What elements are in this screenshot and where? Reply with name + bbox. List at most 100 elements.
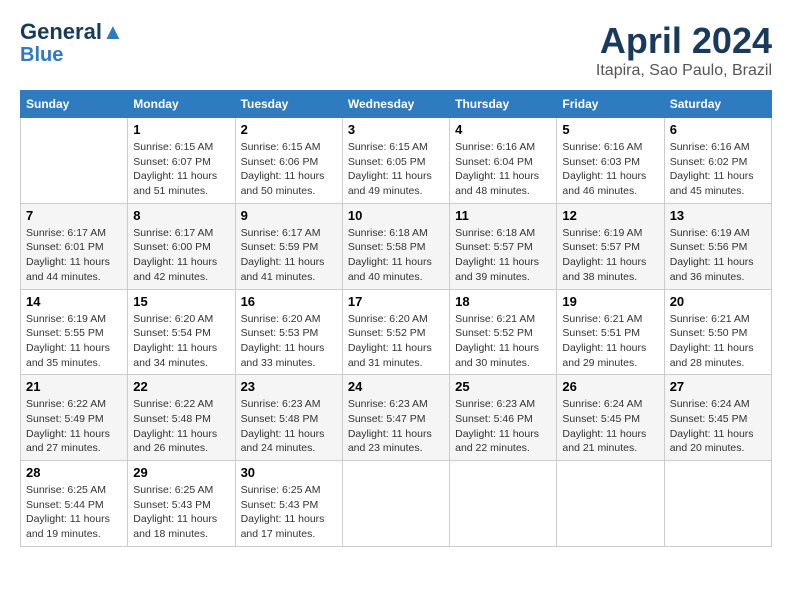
cell-info: Sunrise: 6:19 AMSunset: 5:57 PMDaylight:… xyxy=(562,226,658,285)
cell-info: Sunrise: 6:21 AMSunset: 5:50 PMDaylight:… xyxy=(670,312,766,371)
date-number: 6 xyxy=(670,122,766,137)
page-header: General▲ Blue April 2024 Itapira, Sao Pa… xyxy=(20,20,772,80)
date-number: 10 xyxy=(348,208,444,223)
calendar-cell: 15 Sunrise: 6:20 AMSunset: 5:54 PMDayligh… xyxy=(128,289,235,375)
calendar-cell: 24 Sunrise: 6:23 AMSunset: 5:47 PMDayligh… xyxy=(342,375,449,461)
date-number: 17 xyxy=(348,294,444,309)
week-row-2: 7 Sunrise: 6:17 AMSunset: 6:01 PMDaylight… xyxy=(21,203,772,289)
calendar-cell: 19 Sunrise: 6:21 AMSunset: 5:51 PMDayligh… xyxy=(557,289,664,375)
date-number: 28 xyxy=(26,465,122,480)
date-number: 21 xyxy=(26,379,122,394)
calendar-body: 1 Sunrise: 6:15 AMSunset: 6:07 PMDaylight… xyxy=(21,118,772,547)
cell-info: Sunrise: 6:20 AMSunset: 5:52 PMDaylight:… xyxy=(348,312,444,371)
calendar-cell: 4Sunrise: 6:16 AMSunset: 6:04 PMDaylight… xyxy=(450,118,557,204)
cell-info: Sunrise: 6:20 AMSunset: 5:54 PMDaylight:… xyxy=(133,312,229,371)
date-number: 23 xyxy=(241,379,337,394)
date-number: 24 xyxy=(348,379,444,394)
cell-info: Sunrise: 6:16 AMSunset: 6:03 PMDaylight:… xyxy=(562,140,658,199)
cell-info: Sunrise: 6:15 AMSunset: 6:06 PMDaylight:… xyxy=(241,140,337,199)
cell-info: Sunrise: 6:16 AMSunset: 6:04 PMDaylight:… xyxy=(455,140,551,199)
cell-info: Sunrise: 6:15 AMSunset: 6:05 PMDaylight:… xyxy=(348,140,444,199)
calendar-cell: 21 Sunrise: 6:22 AMSunset: 5:49 PMDayligh… xyxy=(21,375,128,461)
cell-info: Sunrise: 6:25 AMSunset: 5:43 PMDaylight:… xyxy=(241,483,337,542)
calendar-cell: 7 Sunrise: 6:17 AMSunset: 6:01 PMDaylight… xyxy=(21,203,128,289)
date-number: 18 xyxy=(455,294,551,309)
calendar-cell: 14Sunrise: 6:19 AMSunset: 5:55 PMDayligh… xyxy=(21,289,128,375)
date-number: 12 xyxy=(562,208,658,223)
date-number: 2 xyxy=(241,122,337,137)
date-number: 27 xyxy=(670,379,766,394)
cell-info: Sunrise: 6:23 AMSunset: 5:48 PMDaylight:… xyxy=(241,397,337,456)
cell-info: Sunrise: 6:17 AMSunset: 6:01 PMDaylight:… xyxy=(26,226,122,285)
cell-info: Sunrise: 6:21 AMSunset: 5:51 PMDaylight:… xyxy=(562,312,658,371)
date-number: 3 xyxy=(348,122,444,137)
date-number: 7 xyxy=(26,208,122,223)
cell-info: Sunrise: 6:25 AMSunset: 5:43 PMDaylight:… xyxy=(133,483,229,542)
col-header-friday: Friday xyxy=(557,91,664,118)
date-number: 16 xyxy=(241,294,337,309)
calendar-cell: 30 Sunrise: 6:25 AMSunset: 5:43 PMDayligh… xyxy=(235,461,342,547)
calendar-cell: 16 Sunrise: 6:20 AMSunset: 5:53 PMDayligh… xyxy=(235,289,342,375)
calendar-cell xyxy=(342,461,449,547)
date-number: 9 xyxy=(241,208,337,223)
date-number: 5 xyxy=(562,122,658,137)
calendar-cell: 5 Sunrise: 6:16 AMSunset: 6:03 PMDaylight… xyxy=(557,118,664,204)
week-row-1: 1 Sunrise: 6:15 AMSunset: 6:07 PMDaylight… xyxy=(21,118,772,204)
cell-info: Sunrise: 6:21 AMSunset: 5:52 PMDaylight:… xyxy=(455,312,551,371)
cell-info: Sunrise: 6:24 AMSunset: 5:45 PMDaylight:… xyxy=(562,397,658,456)
col-header-tuesday: Tuesday xyxy=(235,91,342,118)
date-number: 1 xyxy=(133,122,229,137)
week-row-5: 28 Sunrise: 6:25 AMSunset: 5:44 PMDayligh… xyxy=(21,461,772,547)
calendar-cell: 23 Sunrise: 6:23 AMSunset: 5:48 PMDayligh… xyxy=(235,375,342,461)
calendar-cell xyxy=(557,461,664,547)
date-number: 8 xyxy=(133,208,229,223)
col-header-wednesday: Wednesday xyxy=(342,91,449,118)
calendar-cell: 3 Sunrise: 6:15 AMSunset: 6:05 PMDaylight… xyxy=(342,118,449,204)
calendar-cell: 25 Sunrise: 6:23 AMSunset: 5:46 PMDayligh… xyxy=(450,375,557,461)
calendar-cell: 26 Sunrise: 6:24 AMSunset: 5:45 PMDayligh… xyxy=(557,375,664,461)
date-number: 26 xyxy=(562,379,658,394)
cell-info: Sunrise: 6:22 AMSunset: 5:49 PMDaylight:… xyxy=(26,397,122,456)
cell-info: Sunrise: 6:18 AMSunset: 5:58 PMDaylight:… xyxy=(348,226,444,285)
calendar-cell: 27 Sunrise: 6:24 AMSunset: 5:45 PMDayligh… xyxy=(664,375,771,461)
cell-info: Sunrise: 6:17 AMSunset: 6:00 PMDaylight:… xyxy=(133,226,229,285)
date-number: 19 xyxy=(562,294,658,309)
date-number: 25 xyxy=(455,379,551,394)
calendar-cell: 29 Sunrise: 6:25 AMSunset: 5:43 PMDayligh… xyxy=(128,461,235,547)
col-header-saturday: Saturday xyxy=(664,91,771,118)
calendar-subtitle: Itapira, Sao Paulo, Brazil xyxy=(596,62,772,80)
col-header-sunday: Sunday xyxy=(21,91,128,118)
calendar-cell xyxy=(664,461,771,547)
date-number: 11 xyxy=(455,208,551,223)
calendar-cell: 11 Sunrise: 6:18 AMSunset: 5:57 PMDayligh… xyxy=(450,203,557,289)
date-number: 30 xyxy=(241,465,337,480)
cell-info: Sunrise: 6:20 AMSunset: 5:53 PMDaylight:… xyxy=(241,312,337,371)
logo: General▲ Blue xyxy=(20,20,124,66)
calendar-cell: 28 Sunrise: 6:25 AMSunset: 5:44 PMDayligh… xyxy=(21,461,128,547)
calendar-cell: 1 Sunrise: 6:15 AMSunset: 6:07 PMDaylight… xyxy=(128,118,235,204)
cell-info: Sunrise: 6:15 AMSunset: 6:07 PMDaylight:… xyxy=(133,140,229,199)
date-number: 29 xyxy=(133,465,229,480)
col-header-thursday: Thursday xyxy=(450,91,557,118)
cell-info: Sunrise: 6:22 AMSunset: 5:48 PMDaylight:… xyxy=(133,397,229,456)
week-row-3: 14Sunrise: 6:19 AMSunset: 5:55 PMDayligh… xyxy=(21,289,772,375)
cell-info: Sunrise: 6:24 AMSunset: 5:45 PMDaylight:… xyxy=(670,397,766,456)
cell-info: Sunrise: 6:19 AMSunset: 5:55 PMDaylight:… xyxy=(26,312,122,371)
cell-info: Sunrise: 6:25 AMSunset: 5:44 PMDaylight:… xyxy=(26,483,122,542)
calendar-cell: 18 Sunrise: 6:21 AMSunset: 5:52 PMDayligh… xyxy=(450,289,557,375)
calendar-title: April 2024 xyxy=(596,20,772,62)
calendar-cell: 8 Sunrise: 6:17 AMSunset: 6:00 PMDaylight… xyxy=(128,203,235,289)
date-number: 15 xyxy=(133,294,229,309)
cell-info: Sunrise: 6:23 AMSunset: 5:47 PMDaylight:… xyxy=(348,397,444,456)
calendar-header-row: SundayMondayTuesdayWednesdayThursdayFrid… xyxy=(21,91,772,118)
cell-info: Sunrise: 6:18 AMSunset: 5:57 PMDaylight:… xyxy=(455,226,551,285)
calendar-cell: 12 Sunrise: 6:19 AMSunset: 5:57 PMDayligh… xyxy=(557,203,664,289)
title-block: April 2024 Itapira, Sao Paulo, Brazil xyxy=(596,20,772,80)
calendar-cell xyxy=(21,118,128,204)
cell-info: Sunrise: 6:19 AMSunset: 5:56 PMDaylight:… xyxy=(670,226,766,285)
calendar-cell: 22Sunrise: 6:22 AMSunset: 5:48 PMDayligh… xyxy=(128,375,235,461)
cell-info: Sunrise: 6:23 AMSunset: 5:46 PMDaylight:… xyxy=(455,397,551,456)
week-row-4: 21 Sunrise: 6:22 AMSunset: 5:49 PMDayligh… xyxy=(21,375,772,461)
col-header-monday: Monday xyxy=(128,91,235,118)
calendar-cell: 10 Sunrise: 6:18 AMSunset: 5:58 PMDayligh… xyxy=(342,203,449,289)
